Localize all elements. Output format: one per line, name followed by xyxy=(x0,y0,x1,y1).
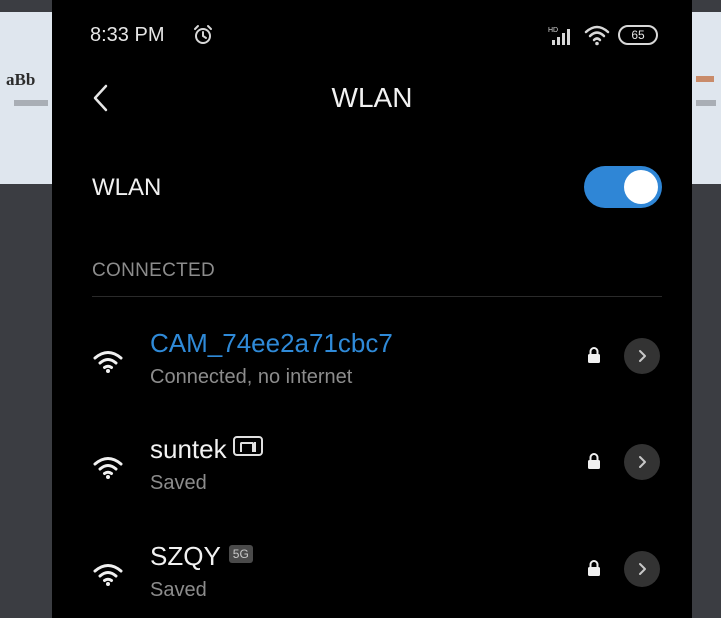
divider xyxy=(92,296,662,297)
alarm-icon xyxy=(194,25,212,44)
lock-icon xyxy=(588,560,600,576)
chevron-right-icon xyxy=(639,563,646,575)
background-line-right-1 xyxy=(696,76,714,82)
network-name-text: CAM_74ee2a71cbc7 xyxy=(150,328,393,358)
wifi-icon xyxy=(93,351,123,373)
mi-icon xyxy=(232,435,263,456)
chevron-right-icon xyxy=(639,456,646,468)
network-row-suntek[interactable]: suntek Saved xyxy=(52,432,692,518)
wlan-toggle-label: WLAN xyxy=(92,174,162,201)
network-name: suntek xyxy=(150,434,263,465)
network-row-szqy[interactable]: SZQY 5G Saved xyxy=(52,539,692,618)
status-time: 8:33 PM xyxy=(90,24,165,46)
phone-screen: 8:33 PM HD 65 WLAN WLAN CONNECTED CAM_74… xyxy=(52,0,692,618)
wifi-status-icon xyxy=(584,25,610,46)
network-row-cam[interactable]: CAM_74ee2a71cbc7 Connected, no internet xyxy=(52,326,692,412)
background-left: aBb xyxy=(0,0,52,618)
wlan-toggle-switch[interactable] xyxy=(584,166,662,208)
svg-text:HD: HD xyxy=(548,27,558,34)
battery-level: 65 xyxy=(631,28,645,42)
background-text-left: aBb xyxy=(6,70,36,89)
hd-signal-icon: HD xyxy=(548,27,570,45)
network-details-button[interactable] xyxy=(624,551,660,587)
background-right xyxy=(692,0,721,618)
network-status: Saved xyxy=(150,472,207,494)
network-status: Saved xyxy=(150,579,207,601)
battery-icon: 65 xyxy=(618,25,658,45)
lock-icon xyxy=(588,347,600,363)
network-name-text: suntek xyxy=(150,434,227,464)
background-line-right-2 xyxy=(696,100,716,106)
toggle-knob xyxy=(624,170,658,204)
chevron-right-icon xyxy=(639,350,646,362)
wlan-toggle-row: WLAN xyxy=(92,164,662,210)
lock-icon xyxy=(588,453,600,469)
background-window-left xyxy=(0,12,52,184)
wifi-icon xyxy=(93,564,123,586)
5g-badge: 5G xyxy=(228,544,253,563)
background-line-left xyxy=(14,100,48,106)
page-title: WLAN xyxy=(331,82,413,113)
network-name-text: SZQY xyxy=(150,541,221,571)
network-details-button[interactable] xyxy=(624,444,660,480)
network-details-button[interactable] xyxy=(624,338,660,374)
status-bar: 8:33 PM HD 65 xyxy=(52,0,692,70)
wifi-icon xyxy=(93,457,123,479)
network-name: CAM_74ee2a71cbc7 xyxy=(150,328,393,359)
connected-section-header: CONNECTED xyxy=(92,260,216,281)
network-status: Connected, no internet xyxy=(150,366,353,388)
background-window-right xyxy=(692,12,721,184)
network-name: SZQY 5G xyxy=(150,541,253,572)
